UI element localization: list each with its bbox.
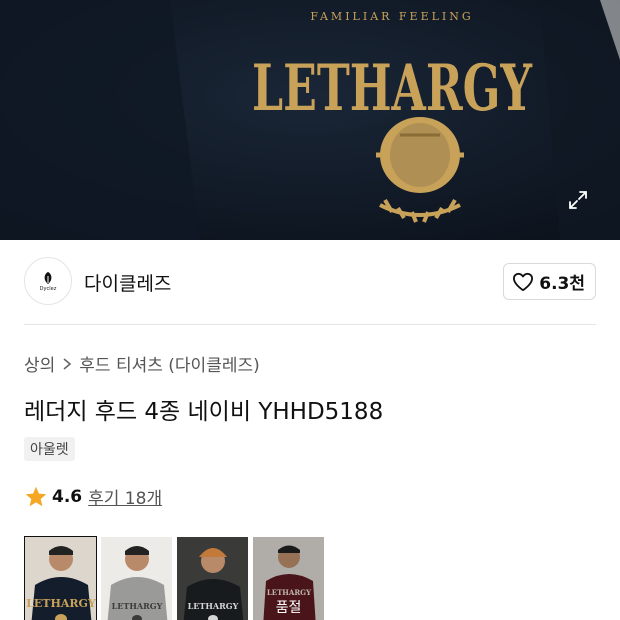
like-button[interactable]: 6.3천 bbox=[503, 263, 596, 300]
expand-icon bbox=[569, 191, 587, 209]
product-main-image[interactable]: FAMILIAR FEELING LETHARGY bbox=[0, 0, 620, 240]
breadcrumb: 상의 후드 티셔츠 (다이클레즈) bbox=[24, 351, 260, 376]
brand-logo-text: Dyclez bbox=[39, 285, 57, 292]
heart-icon bbox=[513, 272, 534, 291]
breadcrumb-item-category[interactable]: 상의 bbox=[24, 351, 55, 376]
sold-out-label: 품절 bbox=[253, 537, 324, 620]
hoodie-photo: FAMILIAR FEELING LETHARGY bbox=[0, 0, 620, 240]
like-count: 6.3천 bbox=[539, 274, 585, 294]
color-thumbnails: LETHARGY LETHARGY LETHARGY LETHARGY 품절 bbox=[24, 536, 325, 620]
rating-value: 4.6 bbox=[52, 486, 83, 507]
star-icon bbox=[25, 486, 47, 506]
section-divider bbox=[24, 324, 596, 325]
thumbnail-navy[interactable]: LETHARGY bbox=[24, 536, 97, 620]
expand-image-button[interactable] bbox=[560, 182, 596, 218]
svg-text:LETHARGY: LETHARGY bbox=[188, 601, 239, 611]
thumbnail-black[interactable]: LETHARGY bbox=[176, 536, 249, 620]
outlet-badge: 아울렛 bbox=[24, 437, 75, 461]
breadcrumb-item-subcategory[interactable]: 후드 티셔츠 (다이클레즈) bbox=[79, 351, 259, 376]
brand-name[interactable]: 다이클레즈 bbox=[84, 269, 171, 296]
brand-logo-mark-icon bbox=[44, 271, 52, 284]
brand-row: Dyclez 다이클레즈 6.3천 bbox=[24, 257, 596, 307]
product-title: 레더지 후드 4종 네이비 YHHD5188 bbox=[24, 399, 384, 425]
thumbnail-burgundy[interactable]: LETHARGY 품절 bbox=[252, 536, 325, 620]
print-main-text: LETHARGY bbox=[252, 51, 533, 126]
thumbnail-gray[interactable]: LETHARGY bbox=[100, 536, 173, 620]
brand-logo[interactable]: Dyclez bbox=[24, 257, 72, 305]
review-count-link[interactable]: 후기 18개 bbox=[88, 484, 162, 509]
print-top-text: FAMILIAR FEELING bbox=[310, 10, 473, 23]
svg-text:LETHARGY: LETHARGY bbox=[112, 601, 163, 611]
chevron-right-icon bbox=[62, 357, 72, 371]
rating-row: 4.6 후기 18개 bbox=[24, 484, 162, 509]
svg-text:LETHARGY: LETHARGY bbox=[26, 597, 96, 610]
